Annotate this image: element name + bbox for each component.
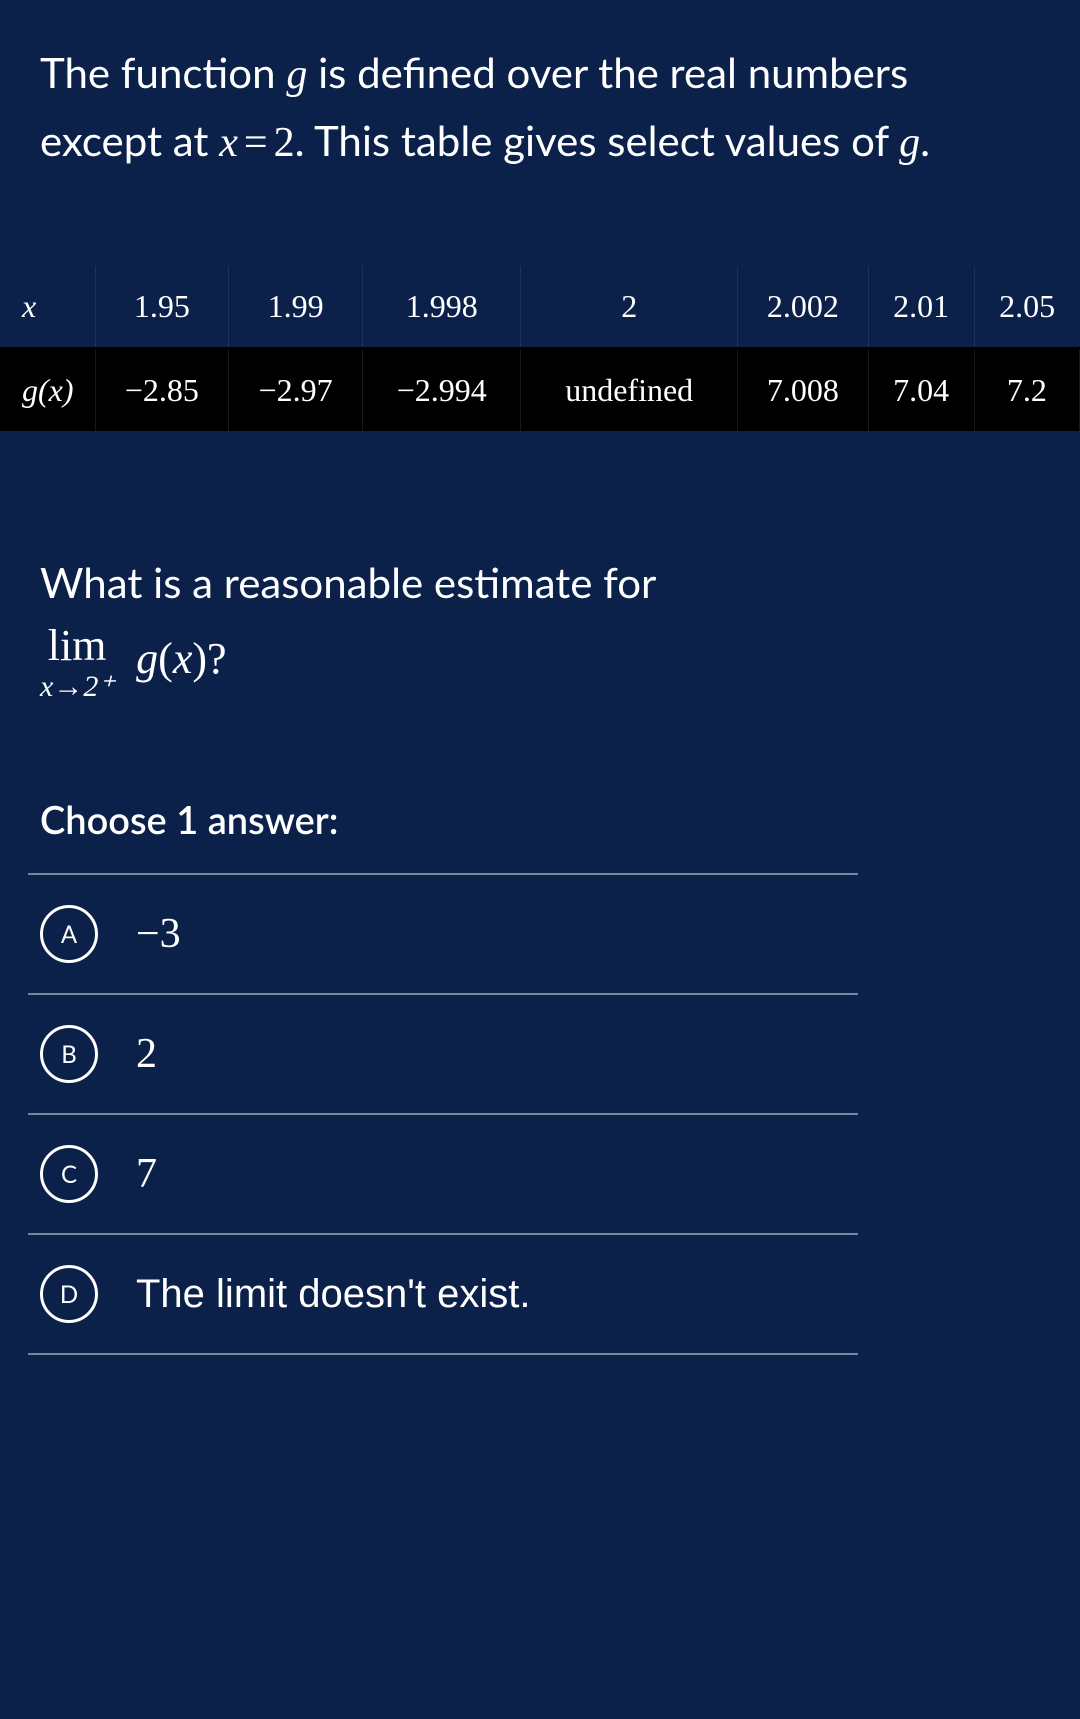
problem-text-3: . This table gives select values of	[295, 115, 900, 165]
g-value-cell: 7.008	[738, 349, 869, 432]
limit-operator: lim x→2⁺	[40, 624, 114, 702]
eq-value: 2	[274, 120, 295, 166]
question-mark: ?	[207, 634, 227, 683]
g-value-cell: 7.2	[974, 349, 1079, 432]
x-value-cell: 1.99	[229, 266, 363, 349]
choice-text-d: The limit doesn't exist.	[136, 1272, 530, 1317]
problem-statement: The function g is defined over the real …	[40, 40, 1040, 176]
g-value-cell: −2.994	[363, 349, 521, 432]
choice-letter-a: A	[40, 905, 98, 963]
problem-text-1: The function	[40, 47, 286, 97]
choice-text-c: 7	[136, 1150, 157, 1198]
answer-choice-b[interactable]: B 2	[28, 993, 858, 1113]
function-name-2: g	[899, 120, 920, 166]
x-value-cell: 1.998	[363, 266, 521, 349]
table-row-g: g(x) −2.85 −2.97 −2.994 undefined 7.008 …	[0, 349, 1080, 432]
table-header-g: g(x)	[0, 349, 95, 432]
answer-choice-d[interactable]: D The limit doesn't exist.	[28, 1233, 858, 1355]
choice-letter-b: B	[40, 1025, 98, 1083]
limit-arg: x	[173, 634, 193, 683]
answer-choices: A −3 B 2 C 7 D The limit doesn't exist.	[28, 873, 858, 1355]
limit-expression: lim x→2⁺ g(x)?	[40, 624, 227, 702]
x-value-cell: 2	[521, 266, 738, 349]
problem-text-4: .	[920, 115, 930, 165]
g-value-cell: 7.04	[868, 349, 974, 432]
function-name: g	[286, 52, 307, 98]
eq-operator: =	[238, 120, 274, 166]
limit-subscript: x→2⁺	[40, 672, 114, 702]
limit-func: g	[136, 634, 158, 683]
x-value-cell: 2.002	[738, 266, 869, 349]
limit-label: lim	[40, 624, 114, 668]
limit-paren-close: )	[192, 634, 207, 683]
g-value-cell: −2.85	[95, 349, 229, 432]
choose-answer-label: Choose 1 answer:	[40, 797, 1040, 843]
choice-text-b: 2	[136, 1030, 157, 1078]
limit-paren-open: (	[158, 634, 173, 683]
answer-choice-a[interactable]: A −3	[28, 873, 858, 993]
x-value-cell: 2.01	[868, 266, 974, 349]
g-value-cell: −2.97	[229, 349, 363, 432]
g-value-cell-undefined: undefined	[521, 349, 738, 432]
choice-text-a: −3	[136, 910, 181, 958]
table-row-x: x 1.95 1.99 1.998 2 2.002 2.01 2.05	[0, 266, 1080, 349]
values-table: x 1.95 1.99 1.998 2 2.002 2.01 2.05 g(x)…	[0, 266, 1080, 431]
question-block: What is a reasonable estimate for lim x→…	[40, 551, 1040, 702]
x-value-cell: 2.05	[974, 266, 1079, 349]
choice-letter-c: C	[40, 1145, 98, 1203]
eq-var: x	[219, 120, 238, 166]
question-prompt: What is a reasonable estimate for	[40, 551, 1040, 614]
choice-letter-d: D	[40, 1265, 98, 1323]
answer-choice-c[interactable]: C 7	[28, 1113, 858, 1233]
x-value-cell: 1.95	[95, 266, 229, 349]
table-header-x: x	[0, 266, 95, 349]
